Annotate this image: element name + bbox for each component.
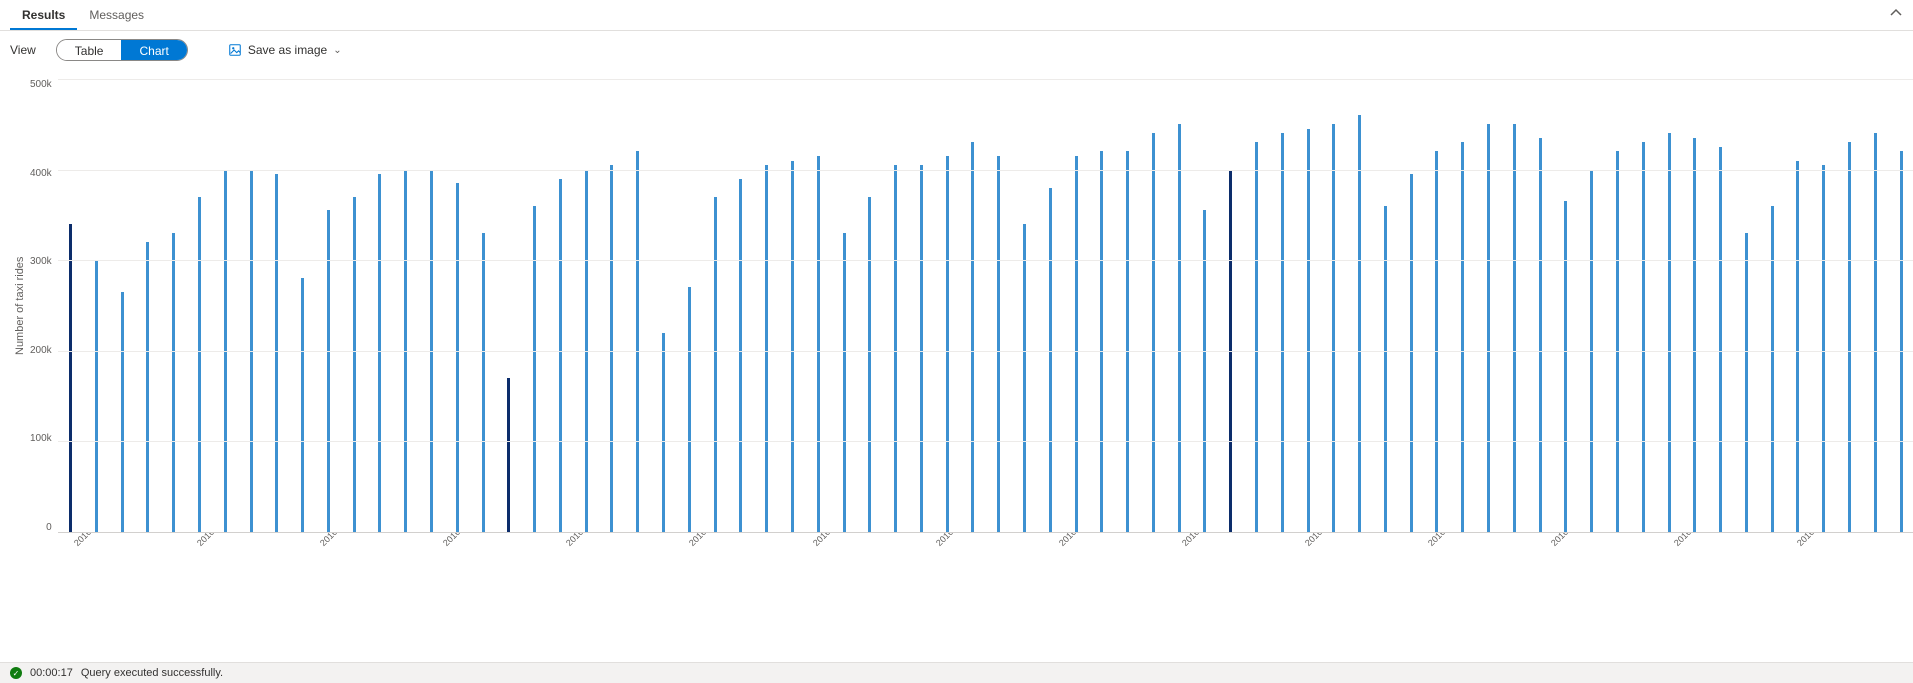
success-icon: ✓ <box>10 667 22 679</box>
bar <box>831 79 857 532</box>
bar <box>986 79 1012 532</box>
bar <box>728 79 754 532</box>
plot-area <box>58 79 1913 533</box>
bar <box>651 79 677 532</box>
bar <box>857 79 883 532</box>
view-toggle: Table Chart <box>56 39 188 61</box>
bar <box>367 79 393 532</box>
bar <box>264 79 290 532</box>
view-label: View <box>10 43 36 57</box>
bar <box>1837 79 1863 532</box>
bar <box>1192 79 1218 532</box>
bar <box>625 79 651 532</box>
bar <box>676 79 702 532</box>
bar <box>805 79 831 532</box>
bar <box>1244 79 1270 532</box>
bar <box>780 79 806 532</box>
status-message: Query executed successfully. <box>81 667 223 679</box>
bar <box>1141 79 1167 532</box>
status-time: 00:00:17 <box>30 667 73 679</box>
bar <box>1269 79 1295 532</box>
bar <box>1347 79 1373 532</box>
bar <box>1373 79 1399 532</box>
chart-legend: rides_per_day holiday_rides <box>10 630 1913 662</box>
status-bar: ✓ 00:00:17 Query executed successfully. <box>0 662 1913 683</box>
bar <box>1785 79 1811 532</box>
toolbar: View Table Chart Save as image ⌄ <box>0 31 1913 69</box>
bar <box>934 79 960 532</box>
bar <box>1424 79 1450 532</box>
bar <box>1733 79 1759 532</box>
bar <box>754 79 780 532</box>
bar <box>161 79 187 532</box>
tab-results[interactable]: Results <box>10 2 77 30</box>
y-axis-ticks: 500k400k300k200k100k0 <box>30 79 58 533</box>
bar <box>522 79 548 532</box>
bar <box>1759 79 1785 532</box>
bar <box>419 79 445 532</box>
bar <box>135 79 161 532</box>
bar <box>1811 79 1837 532</box>
bar <box>58 79 84 532</box>
bar <box>1527 79 1553 532</box>
x-axis-label: Day in a year <box>10 618 1913 630</box>
bar <box>1089 79 1115 532</box>
save-image-label: Save as image <box>248 43 327 57</box>
save-image-icon <box>228 43 242 57</box>
bar <box>341 79 367 532</box>
bar <box>496 79 522 532</box>
bar <box>1888 79 1913 532</box>
bar <box>1682 79 1708 532</box>
bar <box>1218 79 1244 532</box>
bar <box>883 79 909 532</box>
save-as-image-button[interactable]: Save as image ⌄ <box>228 43 342 57</box>
bar <box>109 79 135 532</box>
bar <box>1012 79 1038 532</box>
toggle-table[interactable]: Table <box>57 40 122 60</box>
bar <box>1630 79 1656 532</box>
bar <box>1321 79 1347 532</box>
bar <box>470 79 496 532</box>
bar <box>1166 79 1192 532</box>
bar <box>1656 79 1682 532</box>
bar <box>1862 79 1888 532</box>
tab-messages[interactable]: Messages <box>77 2 156 30</box>
bar <box>1037 79 1063 532</box>
bar <box>548 79 574 532</box>
bar <box>1501 79 1527 532</box>
bar <box>1476 79 1502 532</box>
bar <box>1398 79 1424 532</box>
bar <box>444 79 470 532</box>
bar <box>1450 79 1476 532</box>
chart-area: Number of taxi rides 500k400k300k200k100… <box>0 69 1913 662</box>
bar <box>83 79 109 532</box>
collapse-icon[interactable] <box>1889 6 1903 23</box>
bar <box>238 79 264 532</box>
bar <box>393 79 419 532</box>
bar <box>573 79 599 532</box>
bar <box>1605 79 1631 532</box>
bar <box>1553 79 1579 532</box>
bar <box>316 79 342 532</box>
bar <box>599 79 625 532</box>
bar <box>290 79 316 532</box>
bar <box>1063 79 1089 532</box>
result-tabs: Results Messages <box>0 0 1913 31</box>
bar <box>1295 79 1321 532</box>
bar <box>702 79 728 532</box>
bar <box>187 79 213 532</box>
bar <box>1708 79 1734 532</box>
bar <box>1115 79 1141 532</box>
toggle-chart[interactable]: Chart <box>121 40 186 60</box>
bar <box>960 79 986 532</box>
bar <box>908 79 934 532</box>
y-axis-label: Number of taxi rides <box>10 79 30 533</box>
chevron-down-icon: ⌄ <box>333 45 341 56</box>
x-axis-ticks: 2016-01-01T00:00:00...2016-01-06T00:00:0… <box>72 533 1913 618</box>
bar <box>1579 79 1605 532</box>
bar <box>212 79 238 532</box>
